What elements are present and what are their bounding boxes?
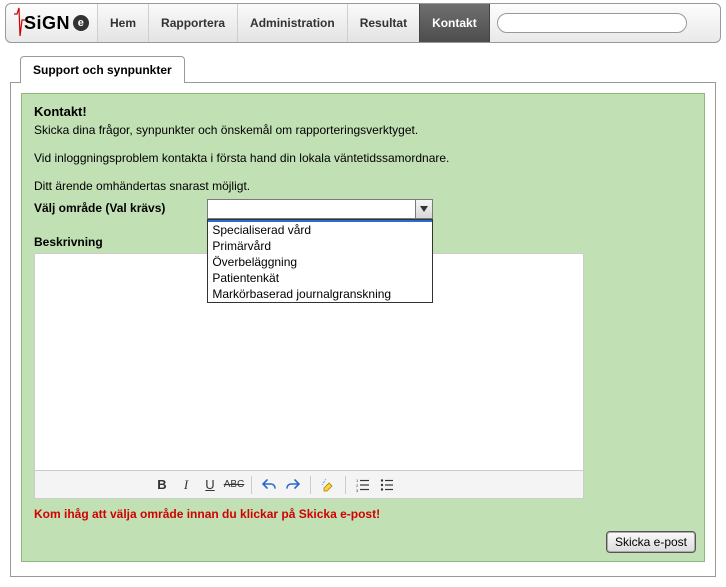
ordered-list-icon: 1 2 3	[356, 478, 370, 492]
nav-tab-hem[interactable]: Hem	[97, 4, 149, 42]
clear-formatting-button[interactable]	[317, 474, 339, 496]
nav-tab-label: Administration	[250, 16, 335, 30]
unordered-list-button[interactable]	[376, 474, 398, 496]
app-logo: SiGN e	[14, 4, 89, 42]
area-select-toggle[interactable]	[415, 200, 432, 218]
section-tab-label: Support och synpunkter	[33, 63, 172, 77]
contact-text-3: Ditt ärende omhändertas snarast möjligt.	[34, 179, 692, 193]
bold-button[interactable]: B	[151, 474, 173, 496]
description-label: Beskrivning	[34, 233, 204, 249]
section-tab-support[interactable]: Support och synpunkter	[20, 56, 185, 83]
editor-toolbar: B I U ABC	[34, 471, 584, 499]
area-row: Välj område (Val krävs) Specialiserad vå…	[34, 199, 692, 219]
italic-button[interactable]: I	[175, 474, 197, 496]
nav-tab-rapportera[interactable]: Rapportera	[148, 4, 238, 42]
send-email-button[interactable]: Skicka e-post	[606, 531, 696, 553]
nav-tab-kontakt[interactable]: Kontakt	[419, 4, 490, 42]
nav-tab-label: Resultat	[360, 16, 407, 30]
toolbar-separator	[345, 476, 346, 494]
send-button-label: Skicka e-post	[615, 535, 687, 549]
chevron-down-icon	[420, 206, 428, 212]
area-option-markorbaserad[interactable]: Markörbaserad journalgranskning	[208, 286, 432, 302]
nav-tab-label: Hem	[110, 16, 136, 30]
nav-tab-resultat[interactable]: Resultat	[347, 4, 420, 42]
logo-text: SiGN	[24, 13, 70, 34]
strikethrough-button[interactable]: ABC	[223, 474, 245, 496]
area-select[interactable]	[207, 199, 433, 219]
nav-tab-administration[interactable]: Administration	[237, 4, 348, 42]
svg-text:3: 3	[356, 488, 359, 492]
area-option-specialiserad[interactable]: Specialiserad vård	[208, 222, 432, 238]
page-body: Support och synpunkter Kontakt! Skicka d…	[0, 43, 726, 587]
area-option-overbelaggning[interactable]: Överbeläggning	[208, 254, 432, 270]
logo-pulse-icon	[12, 6, 26, 42]
undo-button[interactable]	[258, 474, 280, 496]
area-dropdown: Specialiserad vård Primärvård Överbelägg…	[207, 219, 433, 303]
undo-icon	[262, 478, 276, 492]
nav-tab-label: Rapportera	[161, 16, 225, 30]
redo-button[interactable]	[282, 474, 304, 496]
toolbar-separator	[251, 476, 252, 494]
content-panel: Kontakt! Skicka dina frågor, synpunkter …	[10, 82, 716, 577]
search-input[interactable]	[497, 13, 687, 33]
area-select-wrap: Specialiserad vård Primärvård Överbelägg…	[207, 199, 433, 219]
underline-button[interactable]: U	[199, 474, 221, 496]
area-label: Välj område (Val krävs)	[34, 199, 204, 215]
contact-text-1: Skicka dina frågor, synpunkter och önske…	[34, 123, 692, 137]
nav-tabs: Hem Rapportera Administration Resultat K…	[97, 4, 489, 42]
redo-icon	[286, 478, 300, 492]
ordered-list-button[interactable]: 1 2 3	[352, 474, 374, 496]
reminder-text: Kom ihåg att välja område innan du klick…	[34, 507, 692, 521]
logo-suffix-badge: e	[73, 15, 89, 31]
toolbar-separator	[310, 476, 311, 494]
contact-panel: Kontakt! Skicka dina frågor, synpunkter …	[21, 93, 705, 562]
area-option-patientenkat[interactable]: Patientenkät	[208, 270, 432, 286]
contact-heading: Kontakt!	[34, 104, 692, 119]
unordered-list-icon	[380, 478, 394, 492]
nav-tab-label: Kontakt	[432, 16, 477, 30]
top-navbar: SiGN e Hem Rapportera Administration Res…	[5, 3, 721, 43]
area-option-primarvard[interactable]: Primärvård	[208, 238, 432, 254]
search-wrap	[497, 13, 687, 33]
eraser-icon	[321, 478, 335, 492]
contact-text-2: Vid inloggningsproblem kontakta i första…	[34, 151, 692, 165]
